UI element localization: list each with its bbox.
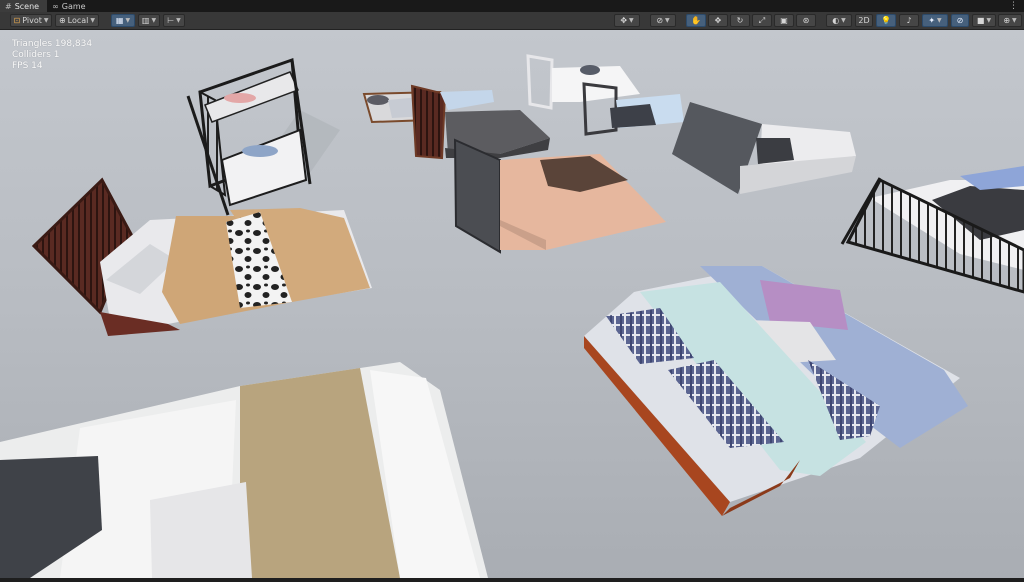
local-icon: ⊕ (58, 16, 66, 25)
gizmos-dropdown[interactable]: ⊕ ▼ (998, 14, 1022, 27)
local-label: Local (67, 16, 89, 25)
scale-icon: ⤢ (758, 16, 766, 25)
audio-toggle[interactable]: ♪ (899, 14, 919, 27)
mode-2d-label: 2D (858, 16, 870, 25)
chevron-down-icon: ▼ (629, 17, 634, 24)
move-icon: ✥ (714, 16, 722, 25)
grid-icon: # (5, 1, 12, 11)
grid-snap-button[interactable]: ▦ ▼ (111, 14, 135, 27)
scale-tool-button[interactable]: ⤢ (752, 14, 772, 27)
more-icon[interactable]: ⋮ (1009, 0, 1018, 12)
local-dropdown[interactable]: ⊕ Local ▼ (55, 14, 99, 27)
camera-icon: ■ (976, 16, 985, 25)
gizmo-icon: ⊘ (656, 16, 664, 25)
effects-dropdown[interactable]: ✦ ▼ (922, 14, 948, 27)
camera-dropdown[interactable]: ■ ▼ (972, 14, 996, 27)
chevron-down-icon: ▼ (841, 17, 846, 24)
transform-tool-button[interactable]: ⊛ (796, 14, 816, 27)
shading-mode-button[interactable]: ◐ ▼ (826, 14, 852, 27)
colliders-stat: Colliders 1 (12, 50, 60, 60)
chevron-down-icon: ▼ (1012, 17, 1017, 24)
lightbulb-icon: 💡 (881, 16, 891, 25)
transform-icon: ⊛ (802, 16, 810, 25)
tool-settings-button[interactable]: ✥ ▼ (614, 14, 640, 27)
move-tool-button[interactable]: ✥ (708, 14, 728, 27)
effects-icon: ✦ (928, 16, 936, 25)
tab-scene-label: Scene (14, 1, 40, 11)
shading-icon: ◐ (832, 16, 840, 25)
rect-icon: ▣ (780, 16, 788, 25)
grid-snap-icon: ▦ (115, 16, 124, 25)
tab-scene[interactable]: # Scene (0, 0, 48, 12)
hidden-eye-icon: ⊘ (956, 16, 964, 25)
stats-overlay: Triangles 198,834 Colliders 1 FPS 14 (12, 39, 92, 72)
lighting-toggle[interactable]: 💡 (876, 14, 896, 27)
scene-visibility-toggle[interactable]: ⊘ (951, 14, 969, 27)
window-tab-bar: # Scene ∞ Game ⋮ (0, 0, 1024, 12)
rotate-icon: ↻ (736, 16, 744, 25)
pivot-dropdown[interactable]: ⊡ Pivot ▼ (10, 14, 52, 27)
chevron-down-icon: ▼ (937, 17, 942, 24)
tab-game-label: Game (61, 1, 86, 11)
mode-2d-button[interactable]: 2D (855, 14, 873, 27)
audio-icon: ♪ (906, 16, 912, 25)
chevron-down-icon: ▼ (125, 17, 131, 24)
chevron-down-icon: ▼ (151, 17, 157, 24)
align-icon: ⊢ (167, 16, 175, 25)
scene-render (0, 30, 1024, 578)
tab-game[interactable]: ∞ Game (47, 0, 94, 12)
hand-tool-button[interactable]: ✋ (686, 14, 706, 27)
align-button[interactable]: ⊢ ▼ (163, 14, 185, 27)
gizmo-tools-button[interactable]: ⊘ ▼ (650, 14, 676, 27)
chevron-down-icon: ▼ (90, 17, 96, 24)
pivot-label: Pivot (22, 16, 42, 25)
pivot-icon: ⊡ (13, 16, 21, 25)
globe-icon: ⊕ (1003, 16, 1011, 25)
triangles-stat: Triangles 198,834 (12, 39, 93, 49)
scene-viewport[interactable]: Triangles 198,834 Colliders 1 FPS 14 (0, 30, 1024, 578)
gamepad-icon: ∞ (52, 1, 59, 11)
fps-stat: FPS 14 (12, 61, 43, 71)
scene-toolbar: ⊡ Pivot ▼ ⊕ Local ▼ ▦ ▼ ▥ ▼ ⊢ ▼ ✥ ▼ ⊘ ▼ ✋ ✥ ↻… (0, 12, 1024, 30)
chevron-down-icon: ▼ (176, 17, 181, 24)
snap-icon: ▥ (141, 16, 150, 25)
chevron-down-icon: ▼ (986, 17, 992, 24)
rect-tool-button[interactable]: ▣ (774, 14, 794, 27)
chevron-down-icon: ▼ (665, 17, 670, 24)
chevron-down-icon: ▼ (43, 17, 49, 24)
rotate-tool-button[interactable]: ↻ (730, 14, 750, 27)
move-arrows-icon: ✥ (620, 16, 628, 25)
hand-icon: ✋ (691, 16, 701, 25)
increment-snap-button[interactable]: ▥ ▼ (138, 14, 160, 27)
